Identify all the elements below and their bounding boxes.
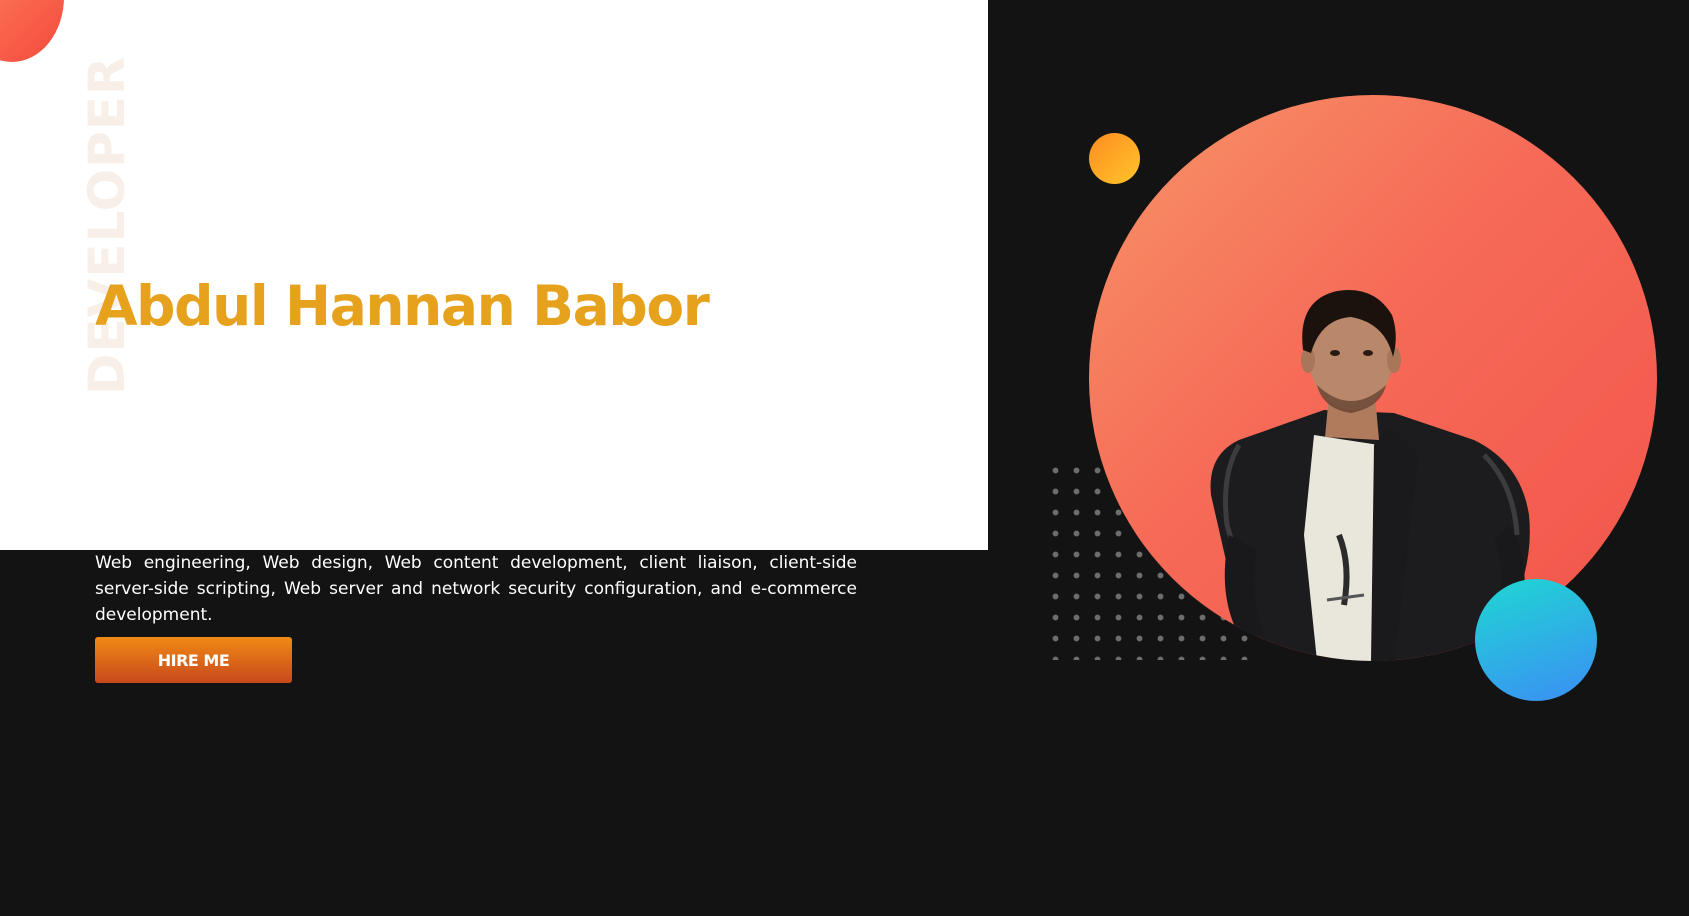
- hero-description: Web engineering, Web design, Web content…: [95, 553, 857, 625]
- hero-white-panel: DEVELOPER Abdul Hannan Babor: [0, 0, 988, 550]
- hero-section: DEVELOPER Abdul Hannan Babor Web enginee…: [0, 0, 1689, 916]
- background-role-word: DEVELOPER: [78, 55, 136, 395]
- blue-circle-decoration: [1475, 579, 1597, 701]
- portrait-circle: [1089, 95, 1657, 661]
- corner-decoration-blob: [0, 0, 64, 62]
- hire-me-button[interactable]: HIRE ME: [95, 637, 292, 683]
- profile-photo-icon: [1210, 290, 1530, 661]
- hero-name-heading: Abdul Hannan Babor: [95, 274, 710, 338]
- yellow-circle-decoration: [1089, 133, 1140, 184]
